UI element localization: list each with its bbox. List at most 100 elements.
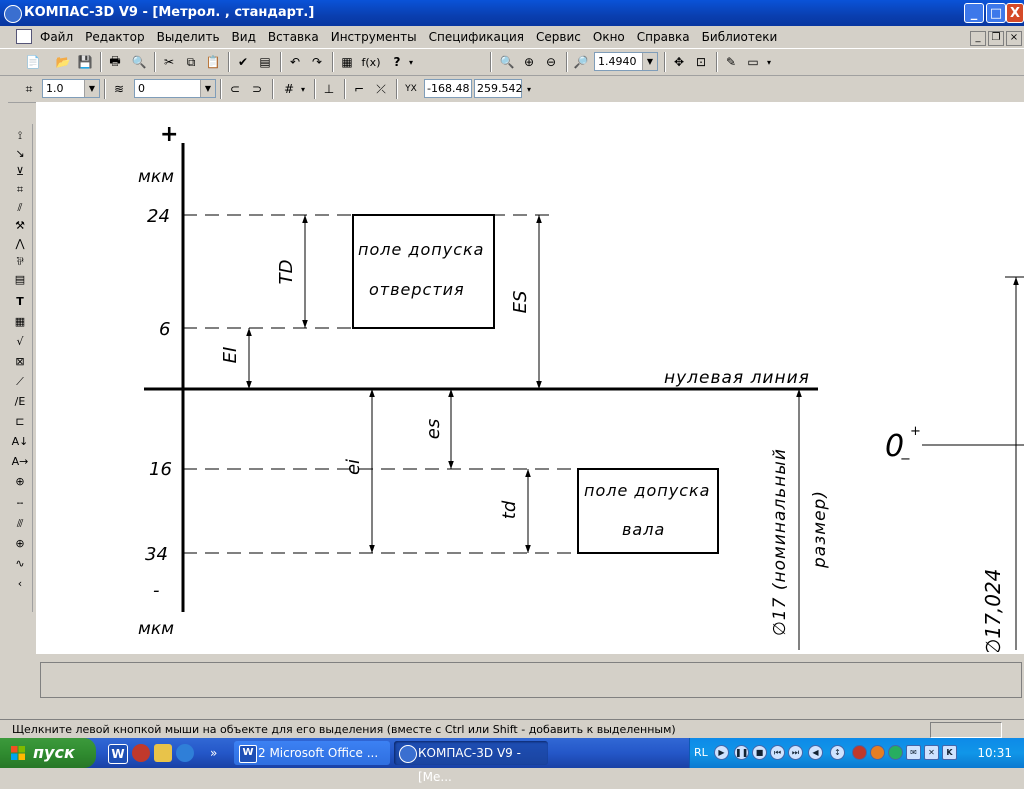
copy-icon[interactable]: ⧉ xyxy=(182,53,200,71)
list-icon[interactable]: ▤ xyxy=(256,53,274,71)
chevron-down-icon[interactable]: ▼ xyxy=(84,80,99,97)
pan-icon[interactable]: ✥ xyxy=(670,53,688,71)
menu-tools[interactable]: Инструменты xyxy=(331,30,417,44)
save-icon[interactable]: 💾 xyxy=(76,53,94,71)
chevron-down-icon[interactable]: ▼ xyxy=(200,80,215,97)
grid-dropdown-arrow-icon[interactable]: ▾ xyxy=(298,80,308,98)
menu-service[interactable]: Сервис xyxy=(536,30,581,44)
drawing-canvas[interactable]: + мкм 24 6 16 34 - мкм поле допуска отве… xyxy=(36,102,1024,652)
editing-icon[interactable]: ⌗ xyxy=(11,182,29,198)
doc-close-button[interactable]: × xyxy=(1006,31,1022,46)
redo-icon[interactable]: ↷ xyxy=(308,53,326,71)
display-dropdown-arrow-icon[interactable]: ▾ xyxy=(764,53,774,71)
text-tool-icon[interactable]: T xyxy=(11,294,29,310)
form-tolerance-icon[interactable]: ⊏ xyxy=(11,414,29,430)
chevron-down-icon[interactable]: ▼ xyxy=(642,53,657,70)
step-combo[interactable]: 1.0 ▼ xyxy=(42,79,100,98)
zoom-scale-combo[interactable]: 1.4940 ▼ xyxy=(594,52,658,71)
properties-icon[interactable]: ✔ xyxy=(234,53,252,71)
help-pointer-button[interactable]: ? xyxy=(388,53,406,71)
refresh-icon[interactable]: ✎ xyxy=(722,53,740,71)
associative-views-icon[interactable]: ⅌ xyxy=(11,254,29,270)
ortho-mode-icon[interactable]: ⌐ xyxy=(350,80,368,98)
sizes-icon[interactable]: ↘ xyxy=(11,146,29,162)
new-document-icon[interactable]: 📄 xyxy=(24,53,42,71)
undo-icon[interactable]: ↶ xyxy=(286,53,304,71)
kompas-app-icon[interactable] xyxy=(4,5,22,23)
menu-window[interactable]: Окно xyxy=(593,30,625,44)
media-quicklaunch-icon[interactable] xyxy=(132,744,150,762)
menu-file[interactable]: Файл xyxy=(40,30,73,44)
display-mode-icon[interactable]: ▭ xyxy=(744,53,762,71)
clock[interactable]: 10:31 xyxy=(977,746,1012,760)
axis-line-icon[interactable]: ⊕ xyxy=(11,474,29,490)
menu-specification[interactable]: Спецификация xyxy=(429,30,524,44)
view-arrow-icon[interactable]: A↓ xyxy=(11,434,29,450)
maximize-button[interactable]: □ xyxy=(986,3,1006,23)
task-kompas[interactable]: КОМПАС-3D V9 - [Ме... xyxy=(394,741,548,784)
scroll-icon[interactable]: ↕ xyxy=(830,745,845,760)
mute-icon[interactable]: ✕ xyxy=(924,745,939,760)
layers-icon[interactable]: ≋ xyxy=(110,80,128,98)
zoom-out-icon[interactable]: ⊖ xyxy=(542,53,560,71)
mail-icon[interactable]: ✉ xyxy=(906,745,921,760)
next-icon[interactable]: ⏭ xyxy=(788,745,803,760)
fx-button[interactable]: f(x) xyxy=(360,53,382,71)
wavy-line-icon[interactable]: ∿ xyxy=(11,556,29,572)
table-tool-icon[interactable]: ▦ xyxy=(11,314,29,330)
leader-icon[interactable]: ⟋ xyxy=(11,374,29,390)
zoom-scale-icon[interactable]: 🔎 xyxy=(572,53,590,71)
zoom-in-icon[interactable]: ⊕ xyxy=(520,53,538,71)
open-folder-icon[interactable]: 📂 xyxy=(54,53,72,71)
volume-icon[interactable]: ◀ xyxy=(808,745,823,760)
print-icon[interactable]: 🖶 xyxy=(106,53,124,71)
snap-magnet-icon[interactable]: ⊂ xyxy=(226,80,244,98)
center-line-icon[interactable]: ╌ xyxy=(11,496,29,512)
pause-icon[interactable]: ❚❚ xyxy=(734,745,749,760)
tolerance-diagram[interactable]: + мкм 24 6 16 34 - мкм поле допуска отве… xyxy=(36,102,1024,652)
x-coordinate-field[interactable]: -168.48 xyxy=(424,79,472,98)
tray-antivirus-icon[interactable] xyxy=(870,745,885,760)
document-icon[interactable] xyxy=(16,29,32,44)
doc-minimize-button[interactable]: _ xyxy=(970,31,986,46)
doc-restore-button[interactable]: ❐ xyxy=(988,31,1004,46)
break-line-icon[interactable]: ⫻ xyxy=(11,516,29,532)
minimize-button[interactable]: _ xyxy=(964,3,984,23)
center-mark-icon[interactable]: ⊕ xyxy=(11,536,29,552)
coordinates-dropdown-arrow-icon[interactable]: ▾ xyxy=(524,80,534,98)
symbols-icon[interactable]: ⊻ xyxy=(11,164,29,180)
menu-libraries[interactable]: Библиотеки xyxy=(702,30,778,44)
print-preview-icon[interactable]: 🔍 xyxy=(130,53,148,71)
menu-insert[interactable]: Вставка xyxy=(268,30,319,44)
tray-media-icon[interactable]: ▶ xyxy=(714,745,729,760)
local-snap-icon[interactable]: ⊃ xyxy=(248,80,266,98)
help-dropdown-arrow-icon[interactable]: ▾ xyxy=(406,53,416,71)
quicklaunch-more-icon[interactable]: » xyxy=(210,744,222,762)
specification-icon[interactable]: ▤ xyxy=(11,272,29,288)
k-app-icon[interactable]: K xyxy=(942,745,957,760)
paste-icon[interactable]: 📋 xyxy=(204,53,222,71)
geometry-icon[interactable]: ⟟ xyxy=(11,128,29,144)
variables-icon[interactable]: ▦ xyxy=(338,53,356,71)
measurements-icon[interactable]: ⚒ xyxy=(11,218,29,234)
tray-network-icon[interactable] xyxy=(888,745,903,760)
word-quicklaunch-icon[interactable]: W xyxy=(108,744,128,764)
language-indicator[interactable]: RL xyxy=(694,746,708,759)
stop-icon[interactable]: ■ xyxy=(752,745,767,760)
start-button[interactable]: пуск xyxy=(0,738,96,768)
grid-icon[interactable]: # xyxy=(280,80,298,98)
grid-step-icon[interactable]: ⌗ xyxy=(20,80,38,98)
title-bar[interactable]: КОМПАС-3D V9 - [Метрол. , стандарт.] _ □… xyxy=(0,0,1024,26)
close-button[interactable]: X xyxy=(1006,3,1024,23)
position-leader-icon[interactable]: /E xyxy=(11,394,29,410)
properties-panel-area[interactable] xyxy=(40,662,1022,698)
layer-combo[interactable]: 0 ▼ xyxy=(134,79,216,98)
round-coordinates-icon[interactable]: ⤫ xyxy=(372,80,390,98)
base-icon[interactable]: ⊠ xyxy=(11,354,29,370)
roughness-icon[interactable]: √ xyxy=(11,334,29,350)
show-all-icon[interactable]: ⊡ xyxy=(692,53,710,71)
browser-quicklaunch-icon[interactable] xyxy=(176,744,194,762)
zoom-window-icon[interactable]: 🔍 xyxy=(498,53,516,71)
local-coordinates-icon[interactable]: ⊥ xyxy=(320,80,338,98)
menu-select[interactable]: Выделить xyxy=(157,30,220,44)
